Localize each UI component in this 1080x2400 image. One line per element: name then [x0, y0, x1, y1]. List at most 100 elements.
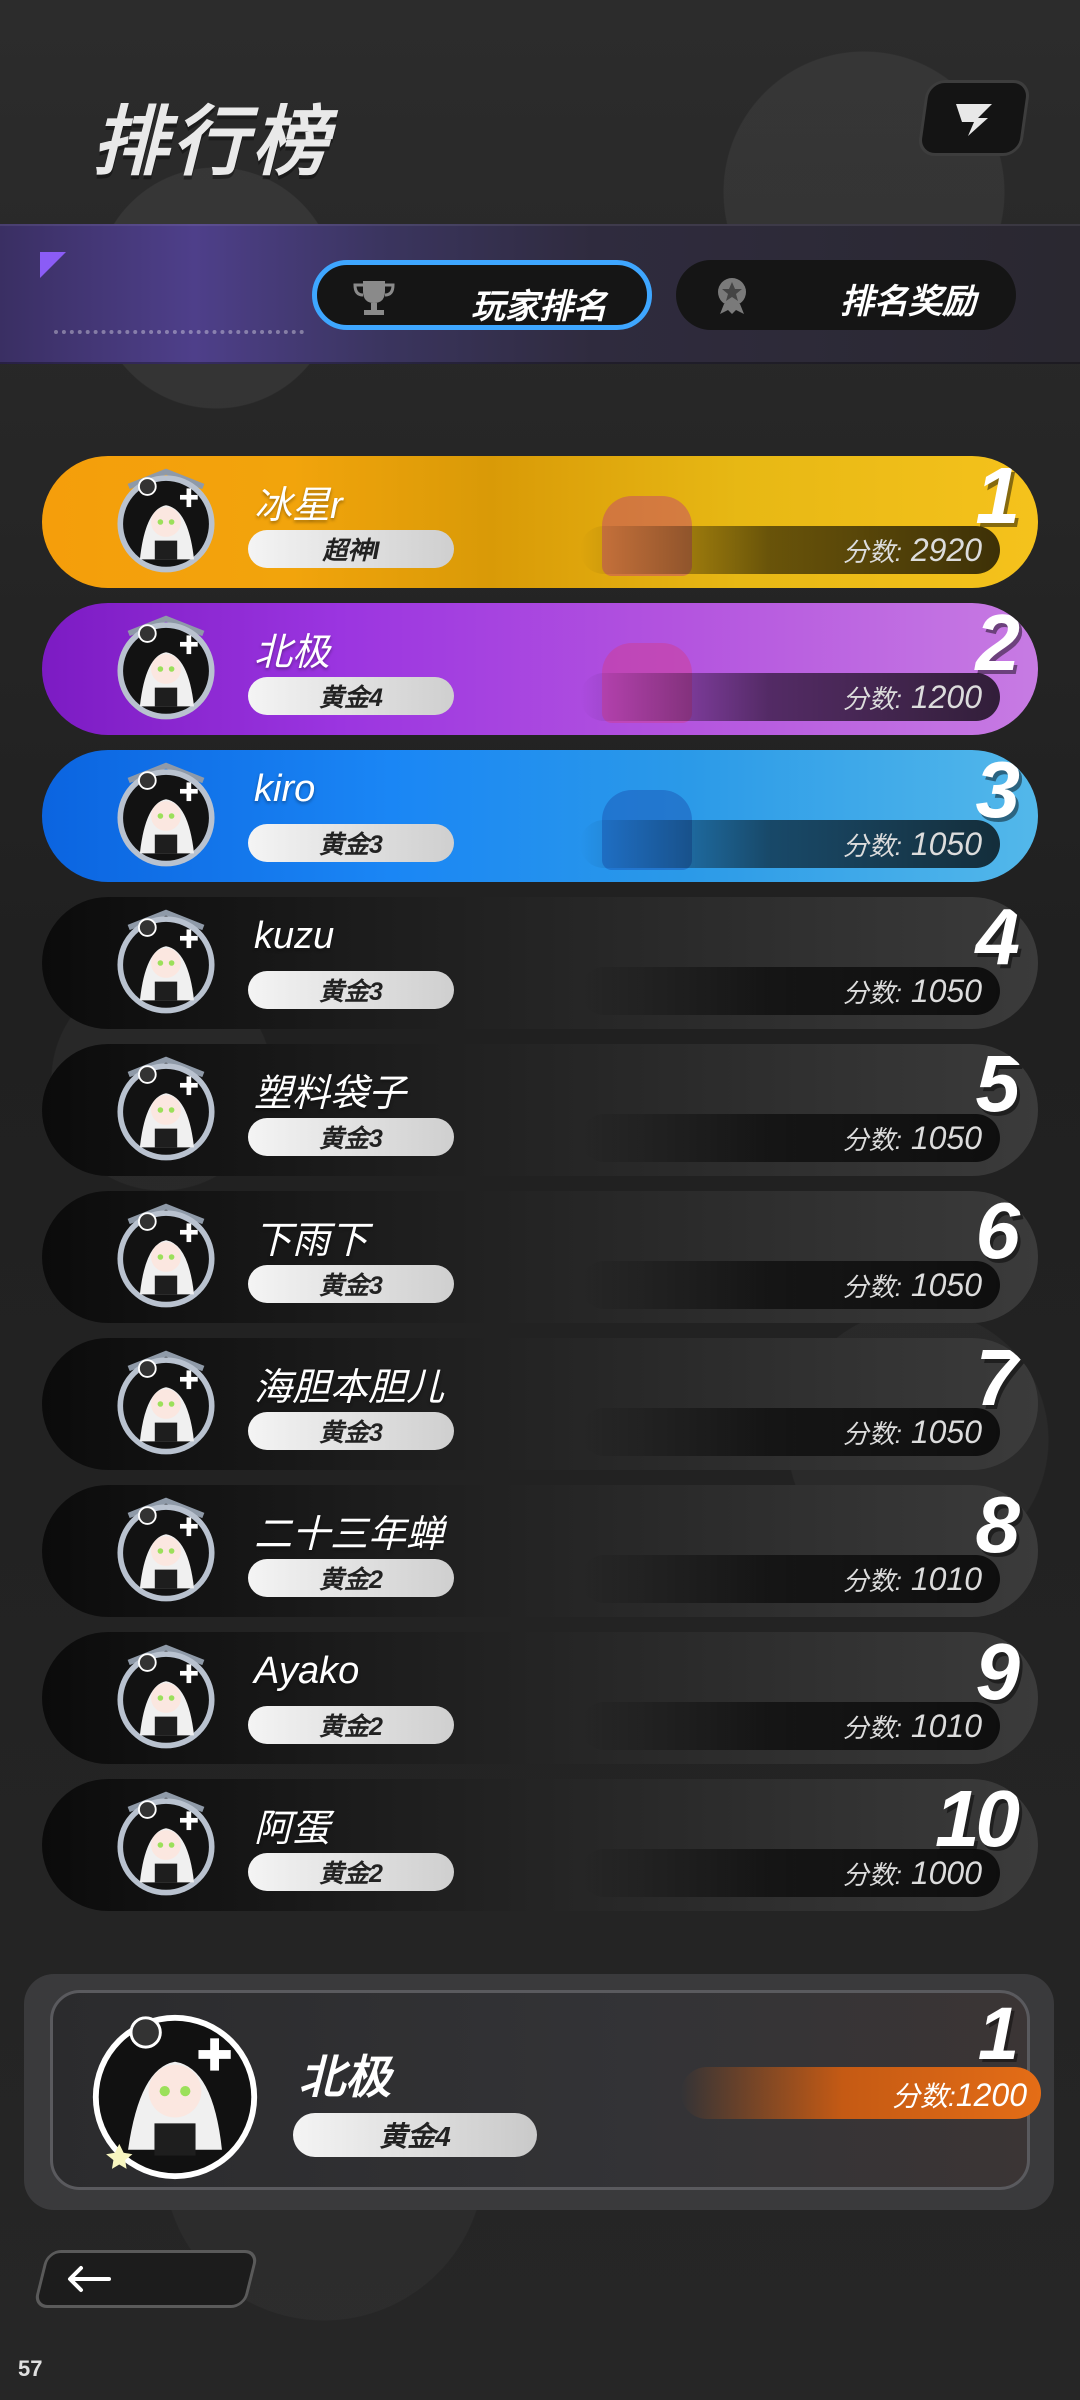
ranking-row[interactable]: Ayako 黄金2 分数: 1010 9 [42, 1632, 1038, 1764]
player-score: 分数: 2920 [843, 532, 982, 569]
tab-label: 排名奖励 [840, 283, 976, 321]
score-value: 1200 [910, 679, 982, 715]
tier-badge: 黄金3 [248, 824, 454, 862]
ranking-row[interactable]: 塑料袋子 黄金3 分数: 1050 5 [42, 1044, 1038, 1176]
ranking-row[interactable]: 二十三年蝉 黄金2 分数: 1010 8 [42, 1485, 1038, 1617]
rank-number: 4 [975, 897, 1020, 981]
player-score: 分数: 1050 [843, 973, 982, 1010]
score-label: 分数: [842, 537, 902, 567]
ranking-row[interactable]: 冰星r 超神I 分数: 2920 1 [42, 456, 1038, 588]
score-value: 1050 [910, 973, 982, 1009]
player-name: 下雨下 [254, 1220, 369, 1262]
tier-badge: 黄金3 [248, 1118, 454, 1156]
ranking-row[interactable]: 下雨下 黄金3 分数: 1050 6 [42, 1191, 1038, 1323]
player-score: 分数: 1200 [843, 679, 982, 716]
player-score: 分数: 1050 [843, 1414, 982, 1451]
ranking-row[interactable]: 海胆本胆儿 黄金3 分数: 1050 7 [42, 1338, 1038, 1470]
tab-bar: 玩家排名 排名奖励 [0, 224, 1080, 364]
player-name: 海胆本胆儿 [254, 1367, 445, 1409]
rank-number: 2 [975, 603, 1020, 687]
score-value: 1050 [910, 1267, 982, 1303]
player-score: 分数: 1050 [843, 826, 982, 863]
share-icon [956, 104, 992, 136]
my-score: 分数:1200 [892, 2075, 1027, 2115]
player-avatar[interactable] [110, 613, 222, 725]
my-rank-panel: 北极 黄金4 分数:1200 1 [50, 1990, 1041, 2190]
player-avatar[interactable] [110, 1642, 222, 1754]
rank-number: 1 [975, 456, 1020, 540]
arrow-left-icon [68, 2266, 111, 2292]
player-avatar[interactable] [110, 1348, 222, 1460]
tab-ranking-rewards[interactable]: 排名奖励 [676, 260, 1016, 330]
score-label: 分数: [842, 978, 902, 1008]
player-name: kuzu [254, 915, 335, 957]
player-name: 二十三年蝉 [254, 1514, 445, 1556]
tab-player-ranking[interactable]: 玩家排名 [312, 260, 652, 330]
trophy-icon [353, 281, 395, 315]
score-label: 分数: [842, 1272, 902, 1302]
rank-number: 6 [975, 1191, 1020, 1275]
score-value: 2920 [910, 532, 982, 568]
player-avatar[interactable] [110, 760, 222, 872]
score-label: 分数: [842, 1566, 902, 1596]
my-player-name: 北极 [299, 2051, 391, 2103]
share-button[interactable] [916, 80, 1032, 156]
player-name: kiro [254, 768, 316, 810]
player-name: 冰星r [254, 485, 343, 527]
score-value: 1050 [910, 826, 982, 862]
rank-number: 3 [975, 750, 1020, 834]
score-value: 1010 [910, 1561, 982, 1597]
dotted-line-decoration [54, 330, 304, 334]
back-button[interactable] [32, 2250, 260, 2308]
player-avatar[interactable] [110, 1789, 222, 1901]
tier-badge: 黄金2 [248, 1706, 454, 1744]
rank-number: 8 [975, 1485, 1020, 1569]
tier-badge: 黄金3 [248, 971, 454, 1009]
player-score: 分数: 1050 [843, 1120, 982, 1157]
page-title: 排行榜 [92, 100, 332, 185]
my-rank-number: 1 [977, 1992, 1019, 2075]
player-name: 北极 [254, 632, 331, 674]
corner-triangle-decoration [40, 252, 66, 278]
player-score: 分数: 1010 [843, 1708, 982, 1745]
ranking-row[interactable]: kiro 黄金3 分数: 1050 3 [42, 750, 1038, 882]
my-tier-badge: 黄金4 [293, 2113, 537, 2157]
tier-badge: 黄金4 [248, 677, 454, 715]
player-avatar[interactable] [110, 466, 222, 578]
tier-badge: 黄金3 [248, 1412, 454, 1450]
rank-number: 5 [975, 1044, 1020, 1128]
score-value: 1050 [910, 1414, 982, 1450]
score-label: 分数: [842, 1860, 902, 1890]
ranking-row[interactable]: 阿蛋 黄金2 分数: 1000 10 [42, 1779, 1038, 1911]
fps-counter: 57 [18, 2356, 43, 2381]
player-name: 塑料袋子 [254, 1073, 407, 1115]
rank-number: 7 [975, 1338, 1020, 1422]
player-name: 阿蛋 [254, 1808, 331, 1850]
player-avatar[interactable] [110, 1201, 222, 1313]
tier-badge: 黄金2 [248, 1853, 454, 1891]
player-name: Ayako [254, 1650, 360, 1692]
medal-icon [718, 278, 746, 314]
ranking-row[interactable]: kuzu 黄金3 分数: 1050 4 [42, 897, 1038, 1029]
player-avatar[interactable] [110, 1495, 222, 1607]
tab-label: 玩家排名 [471, 288, 607, 326]
score-label: 分数: [842, 684, 902, 714]
score-value: 1010 [910, 1708, 982, 1744]
rank-number: 10 [935, 1779, 1020, 1863]
player-avatar[interactable] [110, 907, 222, 1019]
my-score-label: 分数: [892, 2081, 956, 2112]
rank-number: 9 [975, 1632, 1020, 1716]
tier-badge: 黄金2 [248, 1559, 454, 1597]
player-score: 分数: 1010 [843, 1561, 982, 1598]
player-avatar[interactable] [110, 1054, 222, 1166]
score-value: 1050 [910, 1120, 982, 1156]
score-label: 分数: [842, 831, 902, 861]
player-avatar[interactable] [87, 2009, 263, 2185]
score-label: 分数: [842, 1713, 902, 1743]
score-label: 分数: [842, 1125, 902, 1155]
ranking-row[interactable]: 北极 黄金4 分数: 1200 2 [42, 603, 1038, 735]
score-label: 分数: [842, 1419, 902, 1449]
tier-badge: 黄金3 [248, 1265, 454, 1303]
player-score: 分数: 1050 [843, 1267, 982, 1304]
tier-badge: 超神I [248, 530, 454, 568]
